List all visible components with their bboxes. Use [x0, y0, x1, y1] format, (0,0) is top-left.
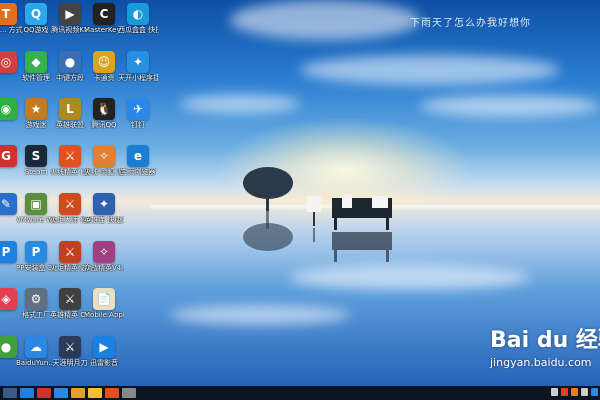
baidu-watermark: Bai du 经验 jingyan.baidu.com	[490, 322, 600, 386]
start-button[interactable]	[3, 388, 17, 398]
app-icon: T	[0, 3, 17, 25]
desktop-icon[interactable]: ▶ 迅雷影音	[84, 333, 124, 383]
piano-silhouette	[332, 194, 392, 262]
desktop-icon[interactable]: ✦ 天开小程序捷	[118, 48, 158, 98]
app-icon: S	[25, 145, 47, 167]
app-icon: ☁	[25, 336, 47, 358]
app-icon: 🐧	[93, 98, 115, 120]
taskbar-buttons	[0, 388, 136, 398]
desktop-icon[interactable]: ◐西瓜盒盒 快捷方式	[118, 0, 158, 50]
app-icon: ◐	[127, 3, 149, 25]
app-icon: P	[0, 241, 17, 263]
desktop-icon[interactable]: e 主页浏览器	[118, 142, 158, 192]
tray-icon[interactable]	[551, 388, 558, 396]
tray-icon[interactable]	[571, 388, 578, 396]
app-icon: ★	[25, 98, 47, 120]
app-icon: ◆	[25, 51, 47, 73]
desktop-icon-label: 钉钉	[131, 121, 145, 129]
baidu-site: jingyan.baidu.com	[490, 356, 592, 369]
desktop-icon-label: 英雄连 快捷方式	[84, 216, 124, 224]
system-tray	[551, 388, 598, 396]
taskbar-app-button[interactable]	[71, 388, 85, 398]
app-icon: 📄	[93, 288, 115, 310]
app-icon: ▶	[93, 336, 115, 358]
app-icon: ⚔	[59, 336, 81, 358]
app-icon: C	[93, 3, 115, 25]
app-icon: ✦	[127, 51, 149, 73]
desktop-icon[interactable]: ✧众战精英V4.23	[84, 238, 124, 288]
app-icon: ◉	[0, 98, 17, 120]
taskbar-app-button[interactable]	[20, 388, 34, 398]
music-stand	[307, 196, 321, 242]
app-icon: ▶	[59, 3, 81, 25]
desktop-icon-label: 主页浏览器	[120, 168, 156, 176]
wallpaper-text: 下雨天了怎么办我好想你	[410, 18, 531, 29]
app-icon: ⚔	[59, 193, 81, 215]
app-icon: P	[25, 241, 47, 263]
app-icon: ⚙	[25, 288, 47, 310]
app-icon: G	[0, 145, 17, 167]
desktop-icon-label: Mobile Applicatio...	[84, 311, 124, 319]
app-icon: ✈	[127, 98, 149, 120]
desktop-icon[interactable]: ✈ 钉钉	[118, 95, 158, 145]
app-icon: ●	[0, 336, 17, 358]
baidu-logo: Bai du 经验	[490, 328, 600, 353]
app-icon: ▣	[25, 193, 47, 215]
app-icon: ☺	[93, 51, 115, 73]
taskbar	[0, 386, 600, 400]
tree-silhouette	[243, 167, 293, 251]
app-icon: ◎	[0, 51, 17, 73]
desktop-icon[interactable]: 📄Mobile Applicatio...	[84, 285, 124, 335]
tray-icon[interactable]	[591, 388, 598, 396]
app-icon: ⚔	[59, 288, 81, 310]
desktop[interactable]: 下雨天了怎么办我好想你 TTra... 方式QQQ游戏▶腾讯视频KVCMaste…	[0, 0, 600, 386]
taskbar-app-button[interactable]	[88, 388, 102, 398]
app-icon: ✦	[93, 193, 115, 215]
tray-icon[interactable]	[581, 388, 588, 396]
tray-icon[interactable]	[561, 388, 568, 396]
taskbar-app-button[interactable]	[54, 388, 68, 398]
taskbar-app-button[interactable]	[122, 388, 136, 398]
app-icon: ✎	[0, 193, 17, 215]
app-icon: ✧	[93, 241, 115, 263]
app-icon: e	[127, 145, 149, 167]
app-icon: ◈	[0, 288, 17, 310]
app-icon: ✧	[93, 145, 115, 167]
desktop-icon[interactable]: ✦英雄连 快捷方式	[84, 190, 124, 240]
app-icon: ⚔	[59, 145, 81, 167]
app-icon: L	[59, 98, 81, 120]
taskbar-app-button[interactable]	[105, 388, 119, 398]
app-icon: ●	[59, 51, 81, 73]
desktop-icon-label: 西瓜盒盒 快捷方式	[118, 26, 158, 34]
desktop-icon-label: 天开小程序捷	[118, 74, 158, 82]
desktop-icon-label: 迅雷影音	[90, 359, 118, 367]
taskbar-app-button[interactable]	[37, 388, 51, 398]
app-icon: Q	[25, 3, 47, 25]
app-icon: ⚔	[59, 241, 81, 263]
desktop-icon-label: 众战精英V4.23	[84, 264, 124, 272]
